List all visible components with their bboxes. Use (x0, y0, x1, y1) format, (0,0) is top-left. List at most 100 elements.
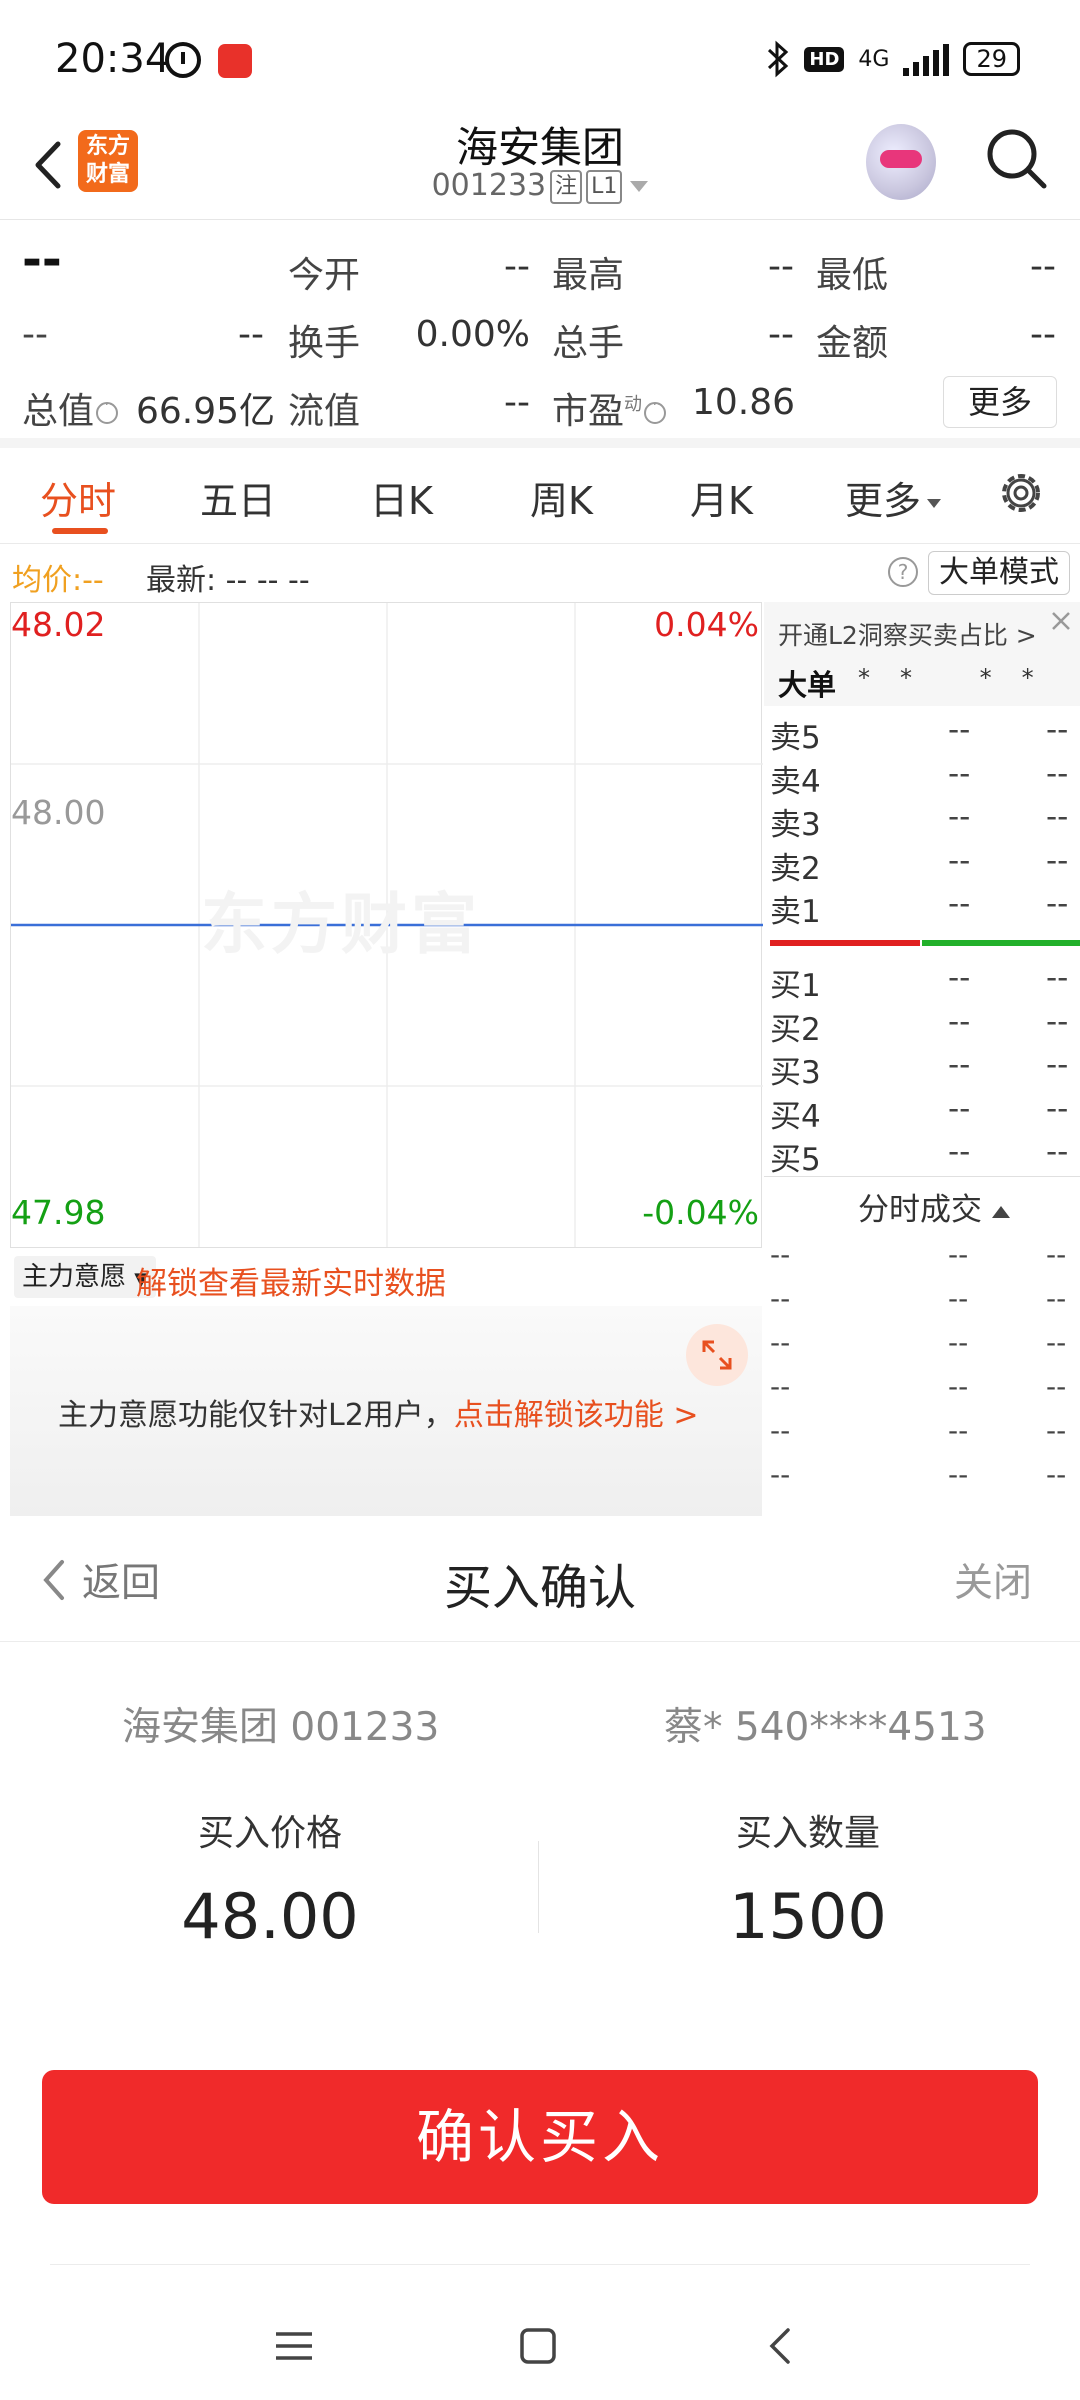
open-label: 今开 (288, 255, 361, 296)
bid-price: -- (948, 1047, 971, 1083)
order-book-divider (764, 1176, 1080, 1177)
tick-volume: -- (1046, 1238, 1067, 1271)
more-quote-button[interactable]: 更多 (943, 376, 1057, 428)
tab-five-day[interactable]: 五日 (200, 470, 276, 525)
tab-daily-k[interactable]: 日K (370, 470, 433, 525)
bid-volume: -- (1046, 1003, 1069, 1040)
home-icon[interactable] (508, 2316, 568, 2376)
ask-volume: -- (1046, 755, 1069, 792)
bid-price: -- (948, 1003, 971, 1040)
chart-bottom-pct: -0.04% (642, 1193, 759, 1232)
ask-price: -- (948, 799, 971, 835)
tick-time: -- (770, 1238, 791, 1271)
search-icon[interactable] (984, 126, 1050, 192)
order-book: 开通L2洞察买卖占比 > 大单 ** ** 卖5 -- -- 卖4 -- -- 卖3 -- --… (764, 602, 1080, 1535)
float-value: -- (504, 382, 530, 423)
ask-volume: -- (1046, 842, 1069, 879)
tag-level: L1 (586, 169, 623, 204)
menu-icon[interactable] (264, 2316, 324, 2376)
promo-message: 主力意愿功能仅针对L2用户， (58, 1398, 454, 1433)
main-force-select-label: 主力意愿 (22, 1262, 127, 1292)
open-value: -- (504, 246, 530, 287)
tick-trade-row: -- -- -- (764, 1370, 1080, 1410)
pe-superscript: 动 (624, 394, 643, 415)
tick-time: -- (770, 1458, 791, 1491)
avg-value: -- (82, 563, 104, 598)
tab-intraday[interactable]: 分时 (40, 470, 116, 525)
buy-sell-ratio-bar (770, 940, 1080, 946)
tab-weekly-k[interactable]: 周K (530, 470, 593, 525)
back-icon[interactable] (752, 2316, 812, 2376)
current-price: -- (22, 232, 62, 288)
buy-quantity-value: 1500 (729, 1880, 887, 1953)
bid-price: -- (948, 1134, 971, 1170)
more-info-icon[interactable] (96, 397, 119, 424)
intraday-chart[interactable]: 东方财富 48.02 0.04% 48.00 47.98 -0.04% (10, 602, 763, 1248)
bid-level: 买1 -- -- (764, 960, 1080, 1004)
tick-trades-title[interactable]: 分时成交 (858, 1184, 1010, 1229)
chart-watermark: 东方财富 (201, 886, 481, 963)
high-label: 最高 (552, 255, 625, 296)
caret-up-icon (992, 1205, 1010, 1218)
signal-icon (903, 42, 950, 76)
ask-level: 卖2 -- -- (764, 843, 1080, 887)
status-time: 20:34 (55, 36, 171, 82)
tick-volume: -- (1046, 1414, 1067, 1447)
tick-volume: -- (1046, 1326, 1067, 1359)
ask-level-label: 卖2 (770, 850, 821, 887)
robot-assistant-icon[interactable] (866, 124, 936, 200)
bid-level: 买5 -- -- (764, 1134, 1080, 1178)
latest-label: 最新: (146, 563, 217, 598)
close-icon[interactable] (1046, 606, 1076, 636)
ask-price: -- (948, 886, 971, 922)
gear-icon[interactable] (996, 468, 1046, 518)
help-icon[interactable]: ? (888, 557, 918, 587)
hd-icon: HD (804, 46, 845, 72)
low-value: -- (1030, 246, 1056, 287)
ask-volume: -- (1046, 886, 1069, 922)
l2-promo-panel: 主力意愿功能仅针对L2用户，点击解锁该功能 > (10, 1306, 762, 1516)
tab-more[interactable]: 更多 (845, 470, 942, 525)
chart-top-price: 48.02 (11, 605, 106, 644)
tick-time: -- (770, 1326, 791, 1359)
tick-price: -- (948, 1282, 969, 1315)
tick-volume: -- (1046, 1458, 1067, 1491)
avg-price-bar: 均价:-- 最新: -- -- -- ? 大单模式 (0, 545, 1080, 601)
ask-price: -- (948, 842, 971, 879)
avg-price: 均价:-- (12, 555, 104, 599)
change-pct: -- (238, 314, 264, 355)
chart-mid-price: 48.00 (11, 793, 106, 832)
volume-value: -- (768, 314, 794, 355)
bid-price: -- (948, 960, 971, 996)
tab-monthly-k[interactable]: 月K (690, 470, 753, 525)
high-value: -- (768, 246, 794, 287)
bid-level: 买4 -- -- (764, 1091, 1080, 1135)
more-info-icon[interactable] (644, 397, 667, 424)
ask-price: -- (948, 755, 971, 792)
ask-price: -- (948, 712, 971, 748)
tick-price: -- (948, 1414, 969, 1447)
expand-icon[interactable] (686, 1324, 748, 1386)
bid-volume: -- (1046, 1090, 1069, 1127)
nav-divider (50, 2264, 1030, 2265)
buy-quantity-label: 买入数量 (735, 1813, 880, 1854)
active-tab-indicator (52, 528, 108, 534)
big-order-mode-button[interactable]: 大单模式 (928, 551, 1070, 595)
unlock-feature-link[interactable]: 点击解锁该功能 > (454, 1398, 699, 1433)
quote-row-2: -- -- 换手 0.00% 总手 -- 金额 -- (0, 302, 1080, 370)
sell-ratio-segment (770, 940, 920, 946)
big-order-values: ** ** (858, 664, 1064, 692)
confirm-buy-button[interactable]: 确认买入 (42, 2070, 1038, 2204)
sheet-close-button[interactable]: 关闭 (954, 1552, 1032, 1608)
tick-price: -- (948, 1238, 969, 1271)
ask-level: 卖5 -- -- (764, 712, 1080, 756)
bid-level-label: 买4 (770, 1098, 821, 1135)
tick-price: -- (948, 1326, 969, 1359)
chart-bottom-price: 47.98 (11, 1193, 106, 1232)
tick-time: -- (770, 1282, 791, 1315)
main-force-select[interactable]: 主力意愿 ▼ (14, 1256, 157, 1298)
bid-volume: -- (1046, 1134, 1069, 1170)
status-indicators: HD 4G 29 (766, 40, 1020, 78)
unlock-realtime-link[interactable]: 解锁查看最新实时数据 (136, 1258, 446, 1303)
l2-upgrade-link[interactable]: 开通L2洞察买卖占比 > (778, 616, 1037, 652)
